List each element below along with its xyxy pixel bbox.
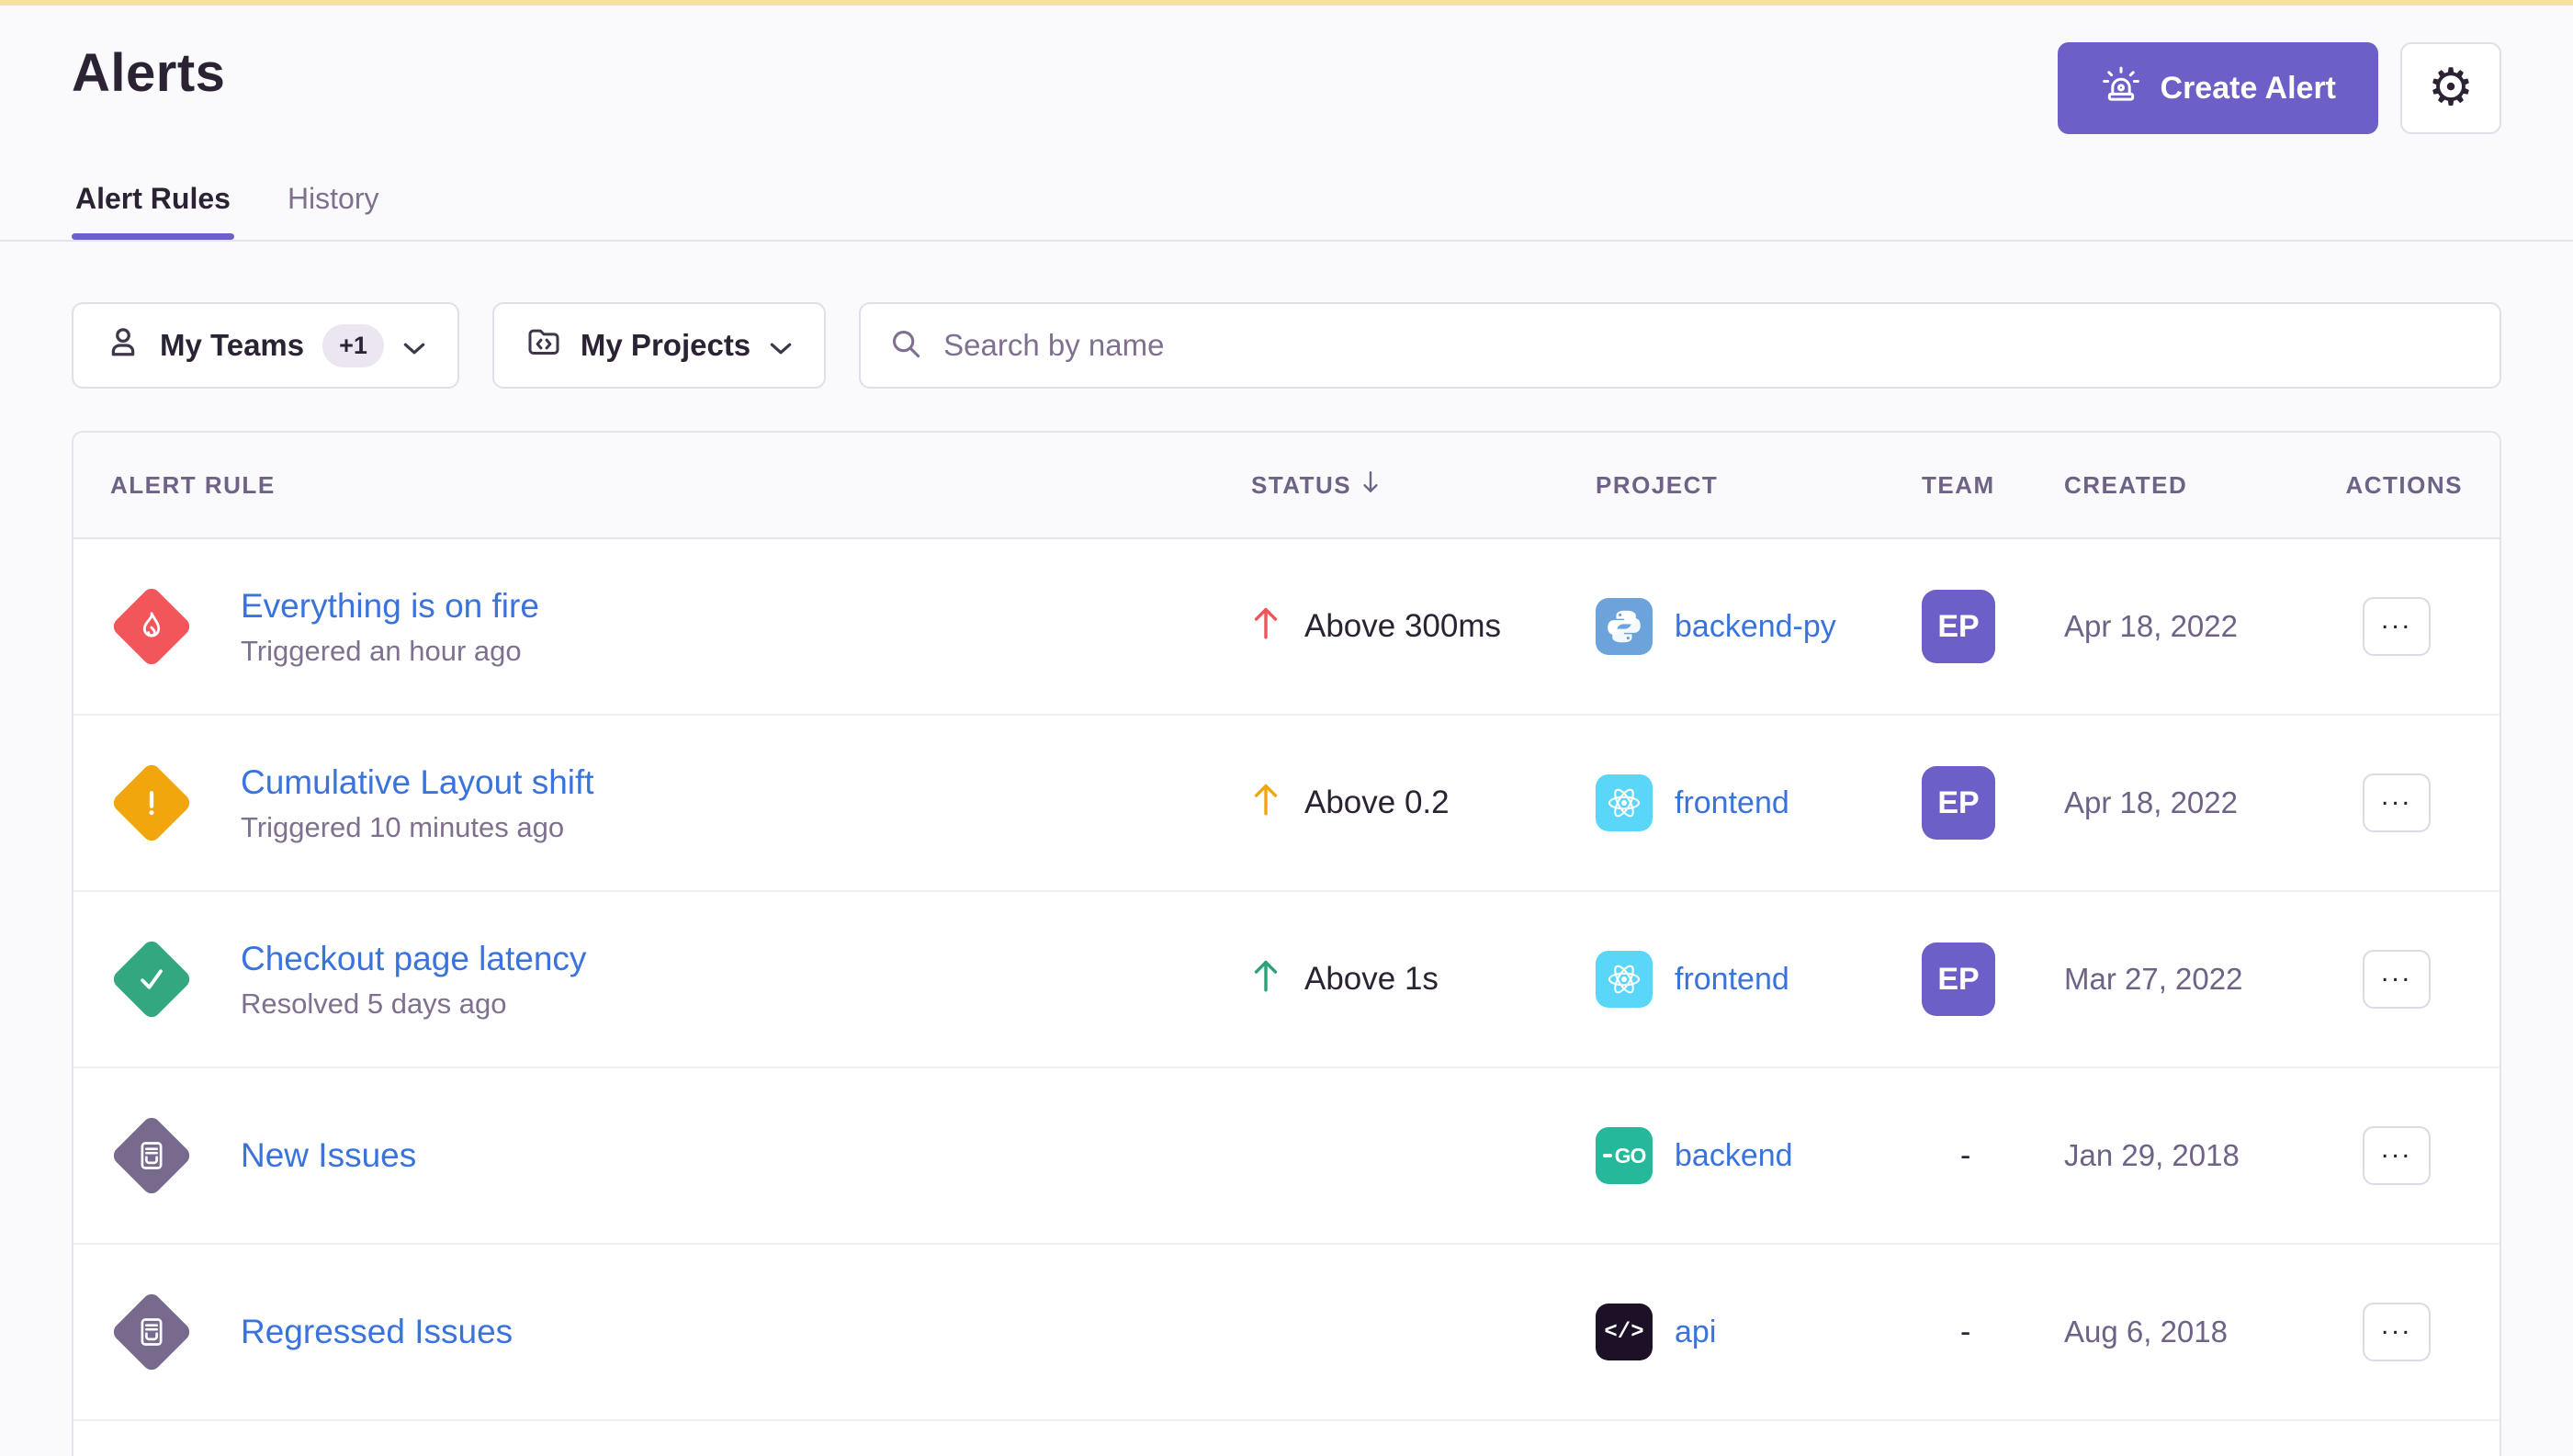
my-teams-label: My Teams <box>160 328 304 363</box>
arrow-up-icon <box>1251 956 1281 1003</box>
tab-alert-rules[interactable]: Alert Rules <box>72 176 234 240</box>
alert-rule-link[interactable]: Regressed Issues <box>241 1311 513 1353</box>
gear-icon: ⚙ <box>2428 62 2474 114</box>
create-alert-label: Create Alert <box>2161 71 2336 107</box>
warning-diamond-icon <box>110 762 193 844</box>
column-header-created[interactable]: CREATED <box>2037 471 2280 500</box>
my-projects-filter-button[interactable]: My Projects <box>492 302 826 389</box>
project-link[interactable]: backend <box>1675 1138 1793 1174</box>
team-empty: - <box>1922 1315 2037 1350</box>
page-header: Alerts Create Alert ⚙ <box>72 6 2501 134</box>
alert-rule-link[interactable]: Cumulative Layout shift <box>241 762 594 804</box>
python-icon <box>1596 598 1653 655</box>
column-header-actions: ACTIONS <box>2280 471 2500 500</box>
alert-rule-link[interactable]: New Issues <box>241 1134 416 1177</box>
project-link[interactable]: api <box>1675 1315 1716 1350</box>
table-row-partial <box>73 1421 2500 1456</box>
row-actions-button[interactable]: ... <box>2363 1126 2431 1185</box>
table-row: Everything is on fire Triggered an hour … <box>73 539 2500 716</box>
alert-rule-link[interactable]: Everything is on fire <box>241 585 539 627</box>
filter-bar: My Teams +1 My Projects <box>72 302 2501 389</box>
project-link[interactable]: frontend <box>1675 962 1789 998</box>
row-actions-button[interactable]: ... <box>2363 773 2431 832</box>
table-row: Regressed Issues </> api - Aug 6, 2018 .… <box>73 1245 2500 1421</box>
status-label: Above 300ms <box>1304 608 1501 645</box>
created-date: Apr 18, 2022 <box>2037 785 2280 820</box>
alert-rules-table: ALERT RULE STATUS PROJECT TEAM CREATED A… <box>72 431 2501 1456</box>
status-label: Above 1s <box>1304 961 1439 998</box>
table-row: Cumulative Layout shift Triggered 10 min… <box>73 716 2500 892</box>
row-actions-button[interactable]: ... <box>2363 597 2431 656</box>
team-badge: EP <box>1922 590 1995 663</box>
table-row: New Issues GO backend - Jan 29, 2018 ... <box>73 1068 2500 1245</box>
teams-count-badge: +1 <box>322 324 384 367</box>
check-diamond-icon <box>110 938 193 1021</box>
user-icon <box>105 323 141 367</box>
tab-history[interactable]: History <box>284 176 383 240</box>
alert-rule-subtitle: Resolved 5 days ago <box>241 988 586 1021</box>
alert-rule-subtitle: Triggered an hour ago <box>241 635 539 668</box>
created-date: Apr 18, 2022 <box>2037 609 2280 644</box>
table-row: Checkout page latency Resolved 5 days ag… <box>73 892 2500 1068</box>
created-date: Aug 6, 2018 <box>2037 1315 2280 1349</box>
team-badge: EP <box>1922 942 1995 1016</box>
issues-diamond-icon <box>110 1291 193 1373</box>
search-input[interactable] <box>943 328 2472 363</box>
issues-diamond-icon <box>110 1114 193 1197</box>
arrow-up-icon <box>1251 604 1281 650</box>
table-header-row: ALERT RULE STATUS PROJECT TEAM CREATED A… <box>73 433 2500 539</box>
alert-rule-subtitle: Triggered 10 minutes ago <box>241 811 594 844</box>
team-empty: - <box>1922 1138 2037 1174</box>
chevron-down-icon <box>402 328 426 363</box>
row-actions-button[interactable]: ... <box>2363 950 2431 1009</box>
settings-button[interactable]: ⚙ <box>2400 42 2501 134</box>
alerts-page: Alerts Create Alert ⚙ <box>0 6 2573 1456</box>
siren-icon <box>2100 63 2142 114</box>
react-icon <box>1596 951 1653 1008</box>
code-icon: </> <box>1596 1304 1653 1360</box>
search-icon <box>888 326 923 366</box>
created-date: Jan 29, 2018 <box>2037 1138 2280 1173</box>
status-label: Above 0.2 <box>1304 784 1450 821</box>
project-link[interactable]: frontend <box>1675 785 1789 821</box>
search-box <box>859 302 2501 389</box>
page-title: Alerts <box>72 42 225 104</box>
create-alert-button[interactable]: Create Alert <box>2058 42 2378 134</box>
alert-rule-link[interactable]: Checkout page latency <box>241 938 586 980</box>
sort-arrow-down-icon <box>1360 469 1381 502</box>
chevron-down-icon <box>769 328 793 363</box>
tab-bar: Alert Rules History <box>0 176 2573 242</box>
my-teams-filter-button[interactable]: My Teams +1 <box>72 302 459 389</box>
created-date: Mar 27, 2022 <box>2037 962 2280 997</box>
fire-diamond-icon <box>110 585 193 668</box>
column-header-status[interactable]: STATUS <box>1224 469 1568 502</box>
project-link[interactable]: backend-py <box>1675 609 1836 645</box>
column-header-project[interactable]: PROJECT <box>1568 471 1894 500</box>
my-projects-label: My Projects <box>581 328 750 363</box>
table-body: Everything is on fire Triggered an hour … <box>73 539 2500 1456</box>
arrow-up-icon <box>1251 780 1281 827</box>
row-actions-button[interactable]: ... <box>2363 1303 2431 1361</box>
header-actions: Create Alert ⚙ <box>2058 42 2501 134</box>
react-icon <box>1596 774 1653 831</box>
column-header-alert-rule[interactable]: ALERT RULE <box>73 471 1224 500</box>
team-badge: EP <box>1922 766 1995 840</box>
go-icon: GO <box>1596 1127 1653 1184</box>
column-header-team[interactable]: TEAM <box>1894 471 2037 500</box>
projects-icon <box>525 323 562 367</box>
